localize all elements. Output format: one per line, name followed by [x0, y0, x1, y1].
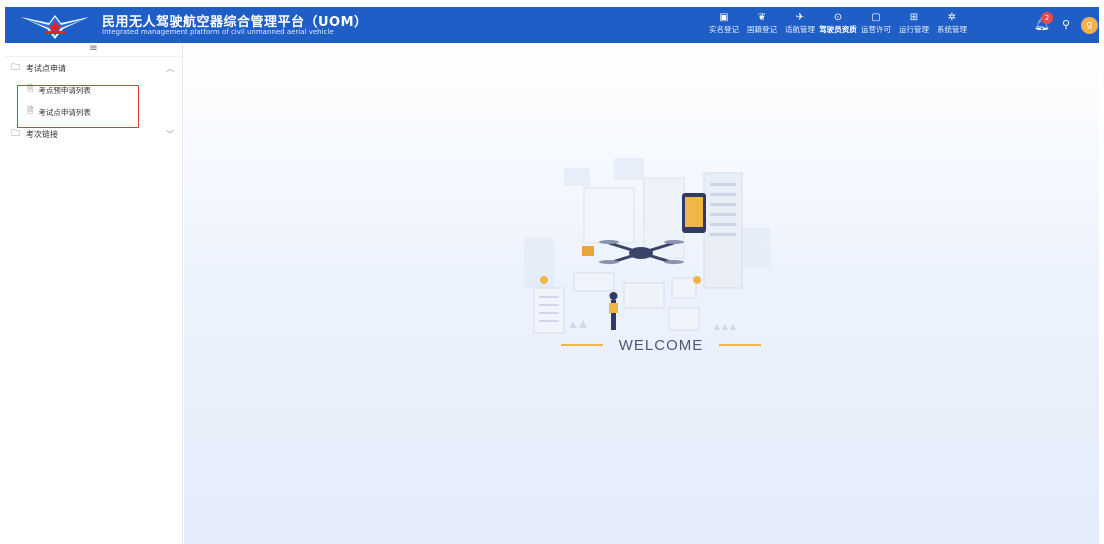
sidebar-item-exam-site-application-list[interactable]: 🗎 考试点申请列表 [5, 101, 182, 123]
top-header: 民用无人驾驶航空器综合管理平台（UOM） Integrated manageme… [5, 7, 1099, 43]
decor-line-right [719, 344, 762, 346]
nav-pilot-qualification[interactable]: ⊙ 驾驶员资质 [819, 9, 857, 41]
nav-airworthiness[interactable]: ✈ 适航管理 [781, 9, 819, 41]
folder-icon: 🗀 [11, 63, 21, 73]
sidebar-group-label: 考次链接 [26, 129, 59, 139]
operation-management-icon: ⊞ [909, 12, 919, 23]
sidebar: ≡ 🗀 考试点申请 ︿ 🗎 考点预申请列表 🗎 考试点申请列表 🗀 考次链接 ﹀ [5, 43, 183, 544]
pilot-qualification-icon: ⊙ [833, 12, 843, 23]
sidebar-item-pre-application-list[interactable]: 🗎 考点预申请列表 [5, 79, 182, 101]
register-icon: ▣ [719, 12, 729, 23]
document-edit-icon: 🗎 [27, 106, 34, 115]
sidebar-item-label: 考点预申请列表 [38, 85, 91, 95]
sidebar-group-exam-session-link[interactable]: 🗀 考次链接 ﹀ [5, 123, 182, 145]
nav-nationality-registration[interactable]: ❦ 国籍登记 [743, 9, 781, 41]
chevron-down-icon: ﹀ [166, 129, 174, 139]
operation-license-icon: ▢ [871, 12, 881, 23]
sidebar-group-label: 考试点申请 [26, 63, 67, 73]
menu-collapse-toggle[interactable]: ≡ [5, 43, 182, 57]
nav-system-management[interactable]: ✲ 系统管理 [933, 9, 971, 41]
nav-label: 运营许可 [861, 25, 891, 34]
welcome-drone-illustration [524, 158, 770, 334]
nationality-icon: ❦ [757, 12, 767, 23]
nav-label: 实名登记 [709, 25, 739, 34]
nav-real-name-registration[interactable]: ▣ 实名登记 [705, 9, 743, 41]
welcome-text: WELCOME [618, 336, 704, 354]
header-actions: 🔔︎ 2 ⚲ g [1033, 11, 1098, 39]
welcome-banner: WELCOME [546, 335, 776, 355]
nav-operation-license[interactable]: ▢ 运营许可 [857, 9, 895, 41]
decor-line-left [560, 344, 603, 346]
platform-subtitle: Integrated management platform of civil … [102, 28, 334, 36]
folder-icon: 🗀 [11, 129, 21, 139]
user-avatar[interactable]: g [1081, 16, 1098, 34]
airworthiness-icon: ✈ [795, 12, 805, 23]
app-root: 民用无人驾驶航空器综合管理平台（UOM） Integrated manageme… [0, 0, 1104, 544]
hamburger-icon: ≡ [89, 43, 98, 54]
sidebar-group-exam-site-application[interactable]: 🗀 考试点申请 ︿ [5, 57, 182, 79]
nav-label: 适航管理 [785, 25, 815, 34]
document-edit-icon: 🗎 [27, 84, 34, 93]
notification-button[interactable]: 🔔︎ 2 [1033, 12, 1053, 34]
main-content: WELCOME [184, 43, 1099, 544]
nav-label: 运行管理 [899, 25, 929, 34]
nav-label: 驾驶员资质 [819, 25, 857, 34]
search-icon[interactable]: ⚲ [1059, 18, 1073, 32]
nav-label: 系统管理 [937, 25, 967, 34]
notification-badge: 2 [1041, 12, 1053, 24]
system-management-icon: ✲ [947, 12, 957, 23]
sidebar-item-label: 考试点申请列表 [38, 107, 91, 117]
nav-operation-management[interactable]: ⊞ 运行管理 [895, 9, 933, 41]
nav-label: 国籍登记 [747, 25, 777, 34]
caac-logo [21, 15, 89, 39]
top-nav: ▣ 实名登记 ❦ 国籍登记 ✈ 适航管理 ⊙ 驾驶员资质 ▢ 运营许可 ⊞ 运行… [705, 9, 971, 41]
chevron-up-icon: ︿ [166, 63, 174, 73]
